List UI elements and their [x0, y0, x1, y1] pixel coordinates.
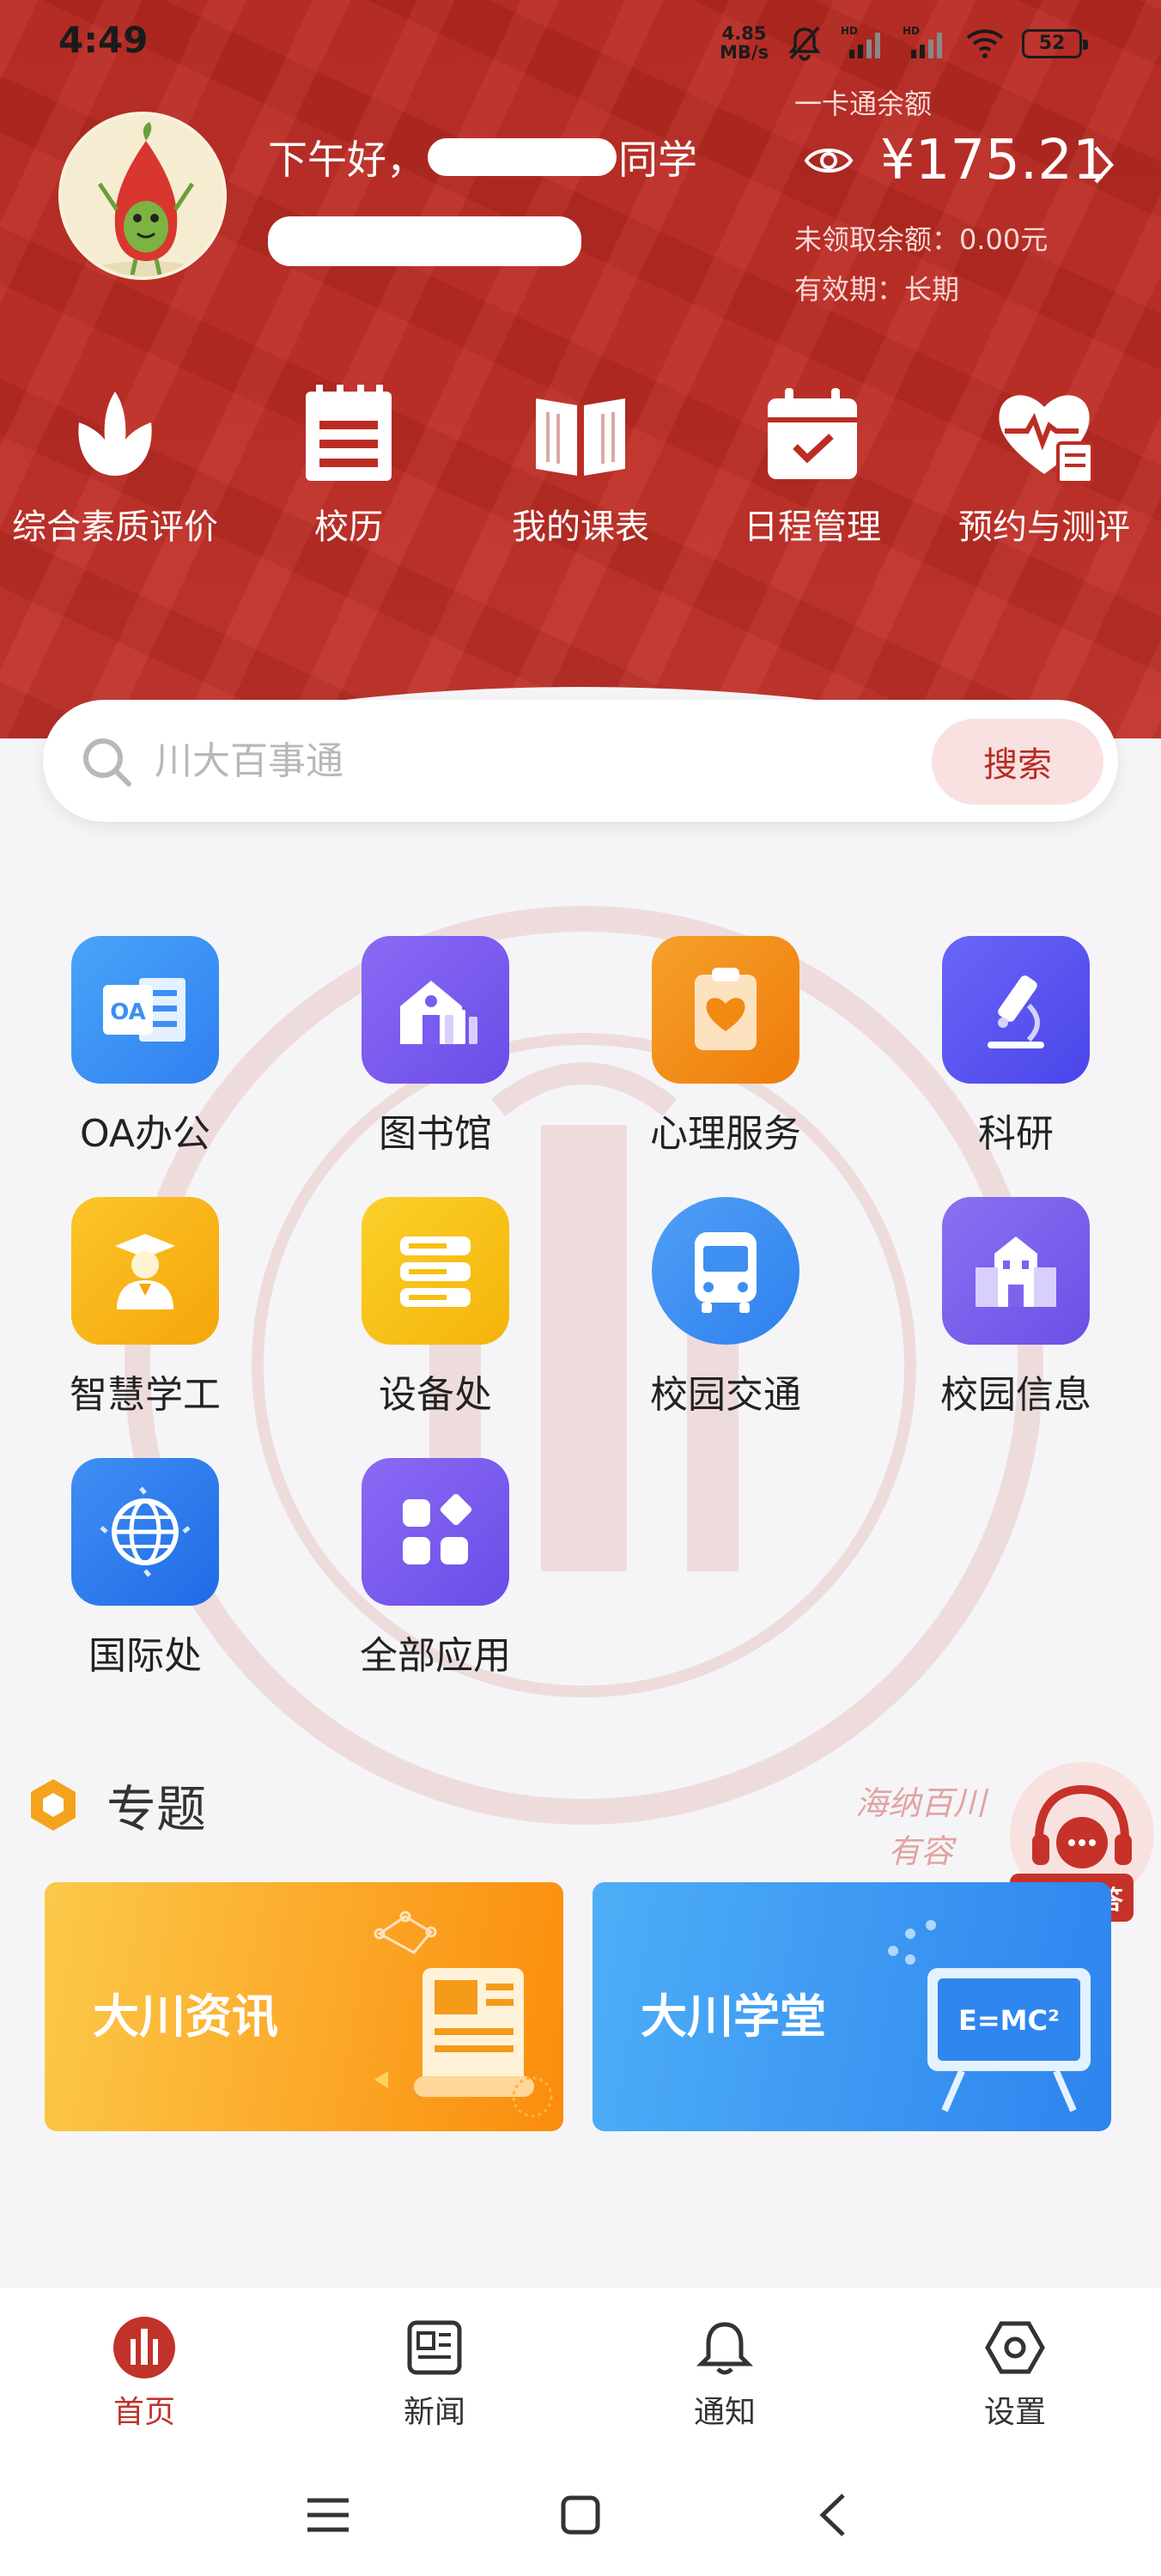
nav-notifications[interactable]: 通知 — [639, 2313, 811, 2432]
all-apps-icon — [362, 1458, 509, 1606]
unclaimed-balance: 未领取余额：0.00元 — [794, 223, 1049, 256]
status-time: 4:49 — [58, 19, 149, 61]
microscope-icon — [942, 936, 1090, 1084]
app-smart-student-affairs[interactable]: 智慧学工 — [38, 1197, 252, 1419]
app-equipment[interactable]: 设备处 — [328, 1197, 543, 1419]
app-library[interactable]: 图书馆 — [328, 936, 543, 1157]
search-bar: 搜索 — [43, 700, 1118, 822]
system-navigation-bar — [0, 2451, 1161, 2576]
quick-action-quality-eval[interactable]: 综合素质评价 — [12, 383, 218, 553]
redacted-name — [428, 138, 617, 176]
home-logo-icon — [110, 2313, 179, 2382]
svg-text:E=MC²: E=MC² — [958, 2004, 1060, 2037]
calligraphy-motto: 海纳百川 有容 — [854, 1784, 986, 1870]
topic-card-news[interactable]: 大川资讯 — [45, 1882, 563, 2131]
quick-action-my-schedule[interactable]: 我的课表 — [477, 383, 684, 553]
battery-icon: 52 — [1022, 29, 1088, 58]
app-research[interactable]: 科研 — [909, 936, 1123, 1157]
nav-home[interactable]: 首页 — [58, 2313, 230, 2432]
status-icons: HD HD — [786, 24, 1006, 62]
home-square-icon[interactable] — [546, 2485, 615, 2545]
header-banner — [0, 0, 1161, 738]
app-international-office[interactable]: 国际处 — [38, 1458, 252, 1680]
menu-icon[interactable] — [294, 2485, 362, 2545]
server-stack-icon — [362, 1197, 509, 1345]
app-campus-transport[interactable]: 校园交通 — [618, 1197, 833, 1419]
search-button[interactable]: 搜索 — [932, 719, 1103, 805]
hexagon-badge-icon — [31, 1779, 76, 1831]
app-all-apps[interactable]: 全部应用 — [328, 1458, 543, 1680]
heart-pulse-icon — [993, 383, 1096, 486]
app-psych-service[interactable]: 心理服务 — [618, 936, 833, 1157]
network-speed: 4.85 MB/s — [720, 23, 769, 63]
eye-icon[interactable] — [803, 142, 854, 179]
app-campus-info[interactable]: 校园信息 — [909, 1197, 1123, 1419]
topics-title: 专题 — [106, 1780, 207, 1838]
news-icon — [400, 2313, 469, 2382]
chevron-right-icon[interactable] — [1091, 144, 1116, 185]
avatar[interactable] — [58, 112, 227, 280]
svg-text:HD: HD — [903, 25, 920, 37]
search-input[interactable] — [155, 732, 927, 789]
bottom-navigation: 首页 新闻 通知 设置 — [0, 2287, 1161, 2451]
quick-action-school-calendar[interactable]: 校历 — [246, 383, 452, 553]
svg-text:HD: HD — [841, 25, 858, 37]
library-icon — [362, 936, 509, 1084]
redacted-student-id — [268, 216, 581, 266]
open-book-icon — [529, 383, 632, 486]
back-icon[interactable] — [799, 2485, 867, 2545]
flower-icon — [64, 383, 167, 486]
search-icon — [83, 738, 131, 787]
svg-text:OA: OA — [110, 999, 146, 1025]
bell-icon — [690, 2313, 759, 2382]
card-validity: 有效期：长期 — [794, 273, 960, 306]
graduate-icon — [71, 1197, 219, 1345]
globe-icon — [71, 1458, 219, 1606]
app-oa[interactable]: OA OA办公 — [38, 936, 252, 1157]
bus-icon — [652, 1197, 799, 1345]
signal-hd-icon: HD — [903, 25, 942, 58]
calendar-check-icon — [761, 383, 864, 486]
scroll-document-icon — [374, 1911, 553, 2117]
nav-settings[interactable]: 设置 — [929, 2313, 1101, 2432]
campus-building-icon — [942, 1197, 1090, 1345]
status-bar: 4:49 4.85 MB/s HD HD 52 — [0, 0, 1161, 86]
card-balance-label: 一卡通余额 — [794, 88, 933, 120]
quick-action-appointment[interactable]: 预约与测评 — [941, 383, 1147, 553]
balance-amount: ¥175.21 — [880, 129, 1108, 192]
card-balance[interactable]: ¥175.21 — [803, 129, 1108, 192]
nav-news[interactable]: 新闻 — [349, 2313, 520, 2432]
topic-card-lecture[interactable]: 大川学堂 E=MC² — [593, 1882, 1111, 2131]
topics-header: 专题 — [29, 1769, 206, 1841]
settings-hexagon-icon — [981, 2313, 1049, 2382]
calendar-list-icon — [297, 383, 400, 486]
heart-clipboard-icon — [652, 936, 799, 1084]
wifi-icon — [966, 29, 1004, 58]
signal-hd-icon: HD — [841, 25, 880, 58]
quick-action-schedule-manage[interactable]: 日程管理 — [709, 383, 915, 553]
mute-bell-icon — [788, 26, 821, 61]
mascot-avatar-icon — [77, 122, 215, 276]
oa-icon: OA — [71, 936, 219, 1084]
greeting: 下午好， 同学 — [268, 137, 697, 183]
blackboard-icon: E=MC² — [888, 1920, 1091, 2112]
